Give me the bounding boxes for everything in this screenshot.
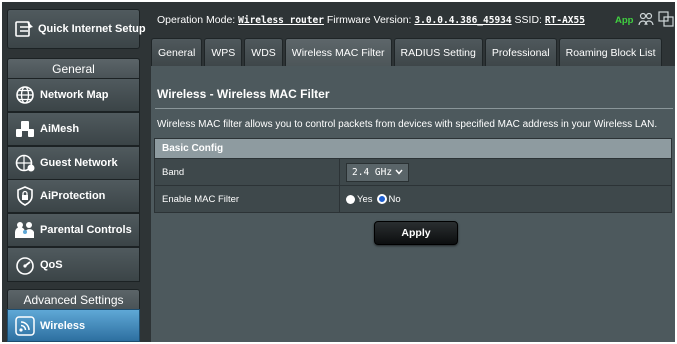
- apply-button[interactable]: Apply: [374, 221, 458, 245]
- sidebar-item-qos[interactable]: QoS: [7, 247, 140, 282]
- band-label: Band: [155, 159, 340, 185]
- radio-no-label: No: [388, 193, 401, 205]
- general-section-header: General: [7, 58, 140, 78]
- status-line: Operation Mode: Wireless router Firmware…: [157, 14, 585, 26]
- ssid-label: SSID:: [514, 14, 542, 26]
- users-icon[interactable]: [638, 11, 654, 30]
- mac-filter-row: Enable MAC Filter Yes No: [155, 185, 671, 212]
- title-divider: [155, 108, 673, 109]
- tab-wireless-mac-filter[interactable]: Wireless MAC Filter: [284, 38, 392, 66]
- ssid-link[interactable]: RT-AX55: [545, 15, 585, 26]
- chevron-down-icon: [395, 167, 403, 178]
- aimesh-icon: [14, 118, 36, 140]
- tab-radius-setting[interactable]: RADIUS Setting: [393, 38, 483, 66]
- sidebar-item-aimesh[interactable]: AiMesh: [7, 112, 140, 146]
- band-select[interactable]: 2.4 GHz: [346, 162, 410, 182]
- sidebar-item-wireless[interactable]: Wireless: [7, 309, 140, 342]
- wizard-icon: [14, 18, 34, 40]
- sidebar-item-label: Network Map: [40, 89, 109, 101]
- radio-no-circle[interactable]: [376, 194, 387, 204]
- tab-wps[interactable]: WPS: [204, 38, 243, 66]
- mac-filter-label: Enable MAC Filter: [155, 186, 340, 212]
- tab-professional[interactable]: Professional: [484, 38, 557, 66]
- radio-yes-label: Yes: [357, 193, 373, 205]
- sidebar-item-label: Parental Controls: [40, 224, 132, 236]
- sidebar-item-aiprotection[interactable]: AiProtection: [7, 179, 140, 213]
- app-link[interactable]: App: [615, 15, 633, 26]
- firmware-version-link[interactable]: 3.0.0.4.386_45934: [414, 15, 511, 26]
- copy-icon[interactable]: [658, 11, 674, 30]
- sidebar-item-guest-network[interactable]: Guest Network: [7, 146, 140, 180]
- router-admin-window: Quick Internet Setup General Network Map…: [2, 2, 675, 342]
- tab-wds[interactable]: WDS: [244, 38, 283, 66]
- advanced-settings-header: Advanced Settings: [7, 289, 140, 309]
- sidebar-item-label: Wireless: [40, 319, 86, 332]
- tab-bar: General WPS WDS Wireless MAC Filter RADI…: [151, 38, 664, 66]
- firmware-label: Firmware Version:: [326, 14, 412, 26]
- sidebar-item-label: Guest Network: [40, 157, 118, 169]
- page-description: Wireless MAC filter allows you to contro…: [157, 119, 658, 130]
- band-row: Band 2.4 GHz: [155, 158, 671, 185]
- sidebar-item-parental-controls[interactable]: Parental Controls: [7, 213, 140, 247]
- wifi-icon: [14, 315, 36, 337]
- quick-internet-setup-button[interactable]: Quick Internet Setup: [7, 9, 146, 49]
- operation-mode-label: Operation Mode:: [157, 14, 236, 26]
- globe-icon: [14, 84, 36, 106]
- tab-general[interactable]: General: [151, 38, 203, 66]
- radio-no[interactable]: No: [376, 193, 401, 205]
- band-select-value: 2.4 GHz: [352, 166, 393, 178]
- lock-shield-icon: [14, 185, 36, 207]
- sidebar-item-label: AiProtection: [40, 190, 106, 202]
- sidebar-item-label: AiMesh: [40, 123, 80, 135]
- top-status-bar: Operation Mode: Wireless router Firmware…: [151, 2, 675, 36]
- speedometer-icon: [14, 254, 36, 276]
- basic-config-table: Basic Config Band 2.4 GHz Enable MAC Fil…: [154, 138, 672, 213]
- main-panel: Wireless - Wireless MAC Filter Wireless …: [151, 66, 675, 342]
- radio-yes[interactable]: Yes: [346, 194, 373, 205]
- sidebar-item-label: QoS: [40, 258, 63, 271]
- tab-roaming-block-list[interactable]: Roaming Block List: [558, 38, 663, 66]
- sidebar: Quick Internet Setup General Network Map…: [2, 2, 146, 342]
- operation-mode-link[interactable]: Wireless router: [238, 15, 324, 26]
- family-icon: [14, 219, 36, 241]
- page-title: Wireless - Wireless MAC Filter: [157, 87, 330, 101]
- radio-yes-circle[interactable]: [346, 194, 355, 204]
- section-header: Basic Config: [155, 139, 671, 158]
- guest-network-icon: [14, 152, 36, 174]
- sidebar-item-network-map[interactable]: Network Map: [7, 78, 140, 112]
- quick-internet-setup-label: Quick Internet Setup: [38, 23, 146, 35]
